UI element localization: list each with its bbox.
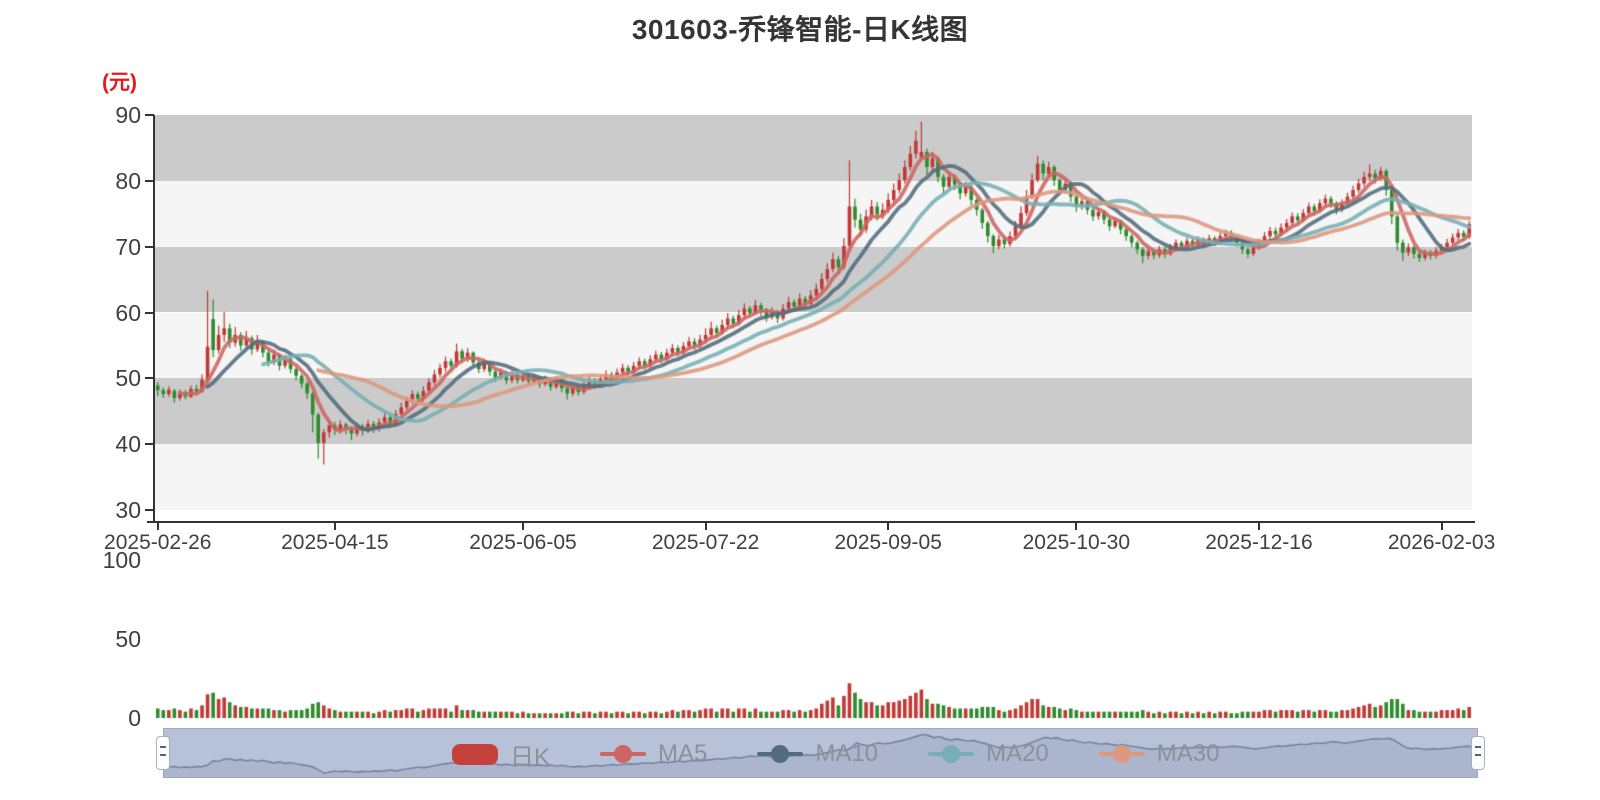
price-tick-mark: [145, 179, 154, 182]
price-tick-mark: [145, 245, 154, 248]
legend-item-ma20[interactable]: MA20: [928, 740, 1049, 768]
price-tick-mark: [145, 509, 154, 511]
legend-label: MA30: [1156, 740, 1220, 767]
x-tick-mark: [1257, 523, 1260, 530]
x-tick-mark: [887, 523, 890, 530]
price-tick-label-30: 30: [115, 497, 141, 523]
x-tick-label-2025-02-26: 2025-02-26: [104, 531, 212, 554]
handle-grip-line: [160, 754, 166, 756]
x-axis-line: [147, 521, 1475, 523]
legend-item-daily-k[interactable]: 日K: [452, 737, 550, 772]
x-tick-label-2025-10-30: 2025-10-30: [1022, 531, 1131, 554]
line-legend-icon: [600, 743, 647, 765]
price-tick-label-80: 80: [115, 167, 141, 194]
kline-canvas: [0, 0, 1600, 800]
datazoom-right-handle[interactable]: [1471, 736, 1485, 770]
handle-grip-line: [1475, 754, 1481, 756]
handle-grip-line: [1475, 746, 1481, 748]
price-tick-mark: [145, 377, 154, 380]
handle-grip-line: [160, 746, 166, 748]
price-tick-label-70: 70: [115, 233, 141, 260]
legend: 日K MA5 MA10 MA20 MA30: [452, 736, 1269, 772]
price-tick-label-90: 90: [115, 102, 141, 128]
x-tick-mark: [333, 523, 336, 530]
legend-label: 日K: [510, 743, 551, 771]
x-tick-label-2025-06-05: 2025-06-05: [469, 531, 577, 554]
line-legend-icon: [1098, 743, 1145, 765]
legend-item-ma5[interactable]: MA5: [600, 740, 707, 768]
price-tick-mark: [145, 443, 154, 446]
x-tick-label-2025-04-15: 2025-04-15: [281, 531, 389, 554]
candlestick-legend-icon: [452, 743, 498, 765]
price-tick-label-40: 40: [115, 431, 141, 458]
x-tick-label-2026-02-03: 2026-02-03: [1387, 531, 1496, 554]
x-tick-label-2025-07-22: 2025-07-22: [651, 531, 760, 554]
price-tick-label-60: 60: [115, 299, 141, 326]
price-tick-mark: [145, 311, 154, 314]
legend-label: MA10: [815, 740, 879, 767]
price-tick-mark: [145, 114, 154, 116]
line-legend-icon: [928, 743, 975, 765]
legend-item-ma10[interactable]: MA10: [757, 740, 878, 768]
x-tick-mark: [1075, 523, 1078, 530]
volume-tick-label-0: 0: [128, 705, 141, 731]
kline-chart-page: 301603-乔锋智能-日K线图 (元) 90807060504030 1005…: [0, 0, 1600, 800]
x-tick-mark: [1440, 523, 1443, 530]
x-tick-label-2025-12-16: 2025-12-16: [1205, 531, 1313, 554]
price-tick-label-50: 50: [115, 365, 141, 392]
legend-label: MA20: [986, 740, 1049, 767]
x-tick-mark: [521, 523, 524, 530]
x-tick-label-2025-09-05: 2025-09-05: [834, 531, 942, 554]
price-y-axis-line: [153, 115, 155, 523]
line-legend-icon: [757, 743, 804, 765]
legend-item-ma30[interactable]: MA30: [1098, 740, 1220, 768]
datazoom-left-handle[interactable]: [156, 736, 170, 770]
x-tick-mark: [156, 523, 159, 530]
volume-tick-label-50: 50: [115, 626, 141, 652]
x-tick-mark: [704, 523, 707, 530]
legend-label: MA5: [658, 740, 708, 767]
